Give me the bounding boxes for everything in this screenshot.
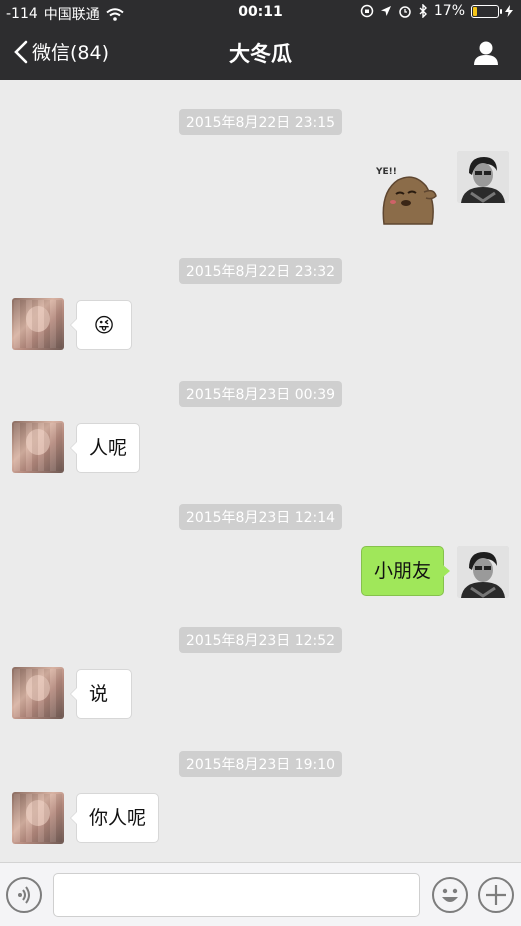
message-bubble[interactable]: 说 <box>70 669 132 719</box>
status-bar: -114 中国联通 00:11 17% <box>0 0 521 26</box>
message-text: 你人呢 <box>89 807 147 829</box>
message-bubble[interactable]: 你人呢 <box>69 793 160 843</box>
voice-icon <box>18 886 30 904</box>
contact-avatar[interactable] <box>12 298 64 350</box>
timestamp: 2015年8月23日 12:52 <box>0 627 521 653</box>
more-button[interactable] <box>478 877 514 913</box>
chat-info-button[interactable] <box>473 40 499 66</box>
contact-avatar[interactable] <box>12 421 64 473</box>
contact-avatar[interactable] <box>12 792 64 844</box>
timestamp: 2015年8月23日 12:14 <box>0 504 521 530</box>
input-bar <box>0 862 521 926</box>
contact-avatar[interactable] <box>12 667 64 719</box>
orientation-lock-icon <box>360 4 374 18</box>
timestamp: 2015年8月22日 23:32 <box>0 258 521 284</box>
sent-message-bubble[interactable]: 小朋友 <box>360 546 451 596</box>
avatar-image <box>457 546 509 598</box>
message-bubble[interactable]: 人呢 <box>69 423 141 473</box>
message-text: 说 <box>89 683 109 705</box>
emoji-button[interactable] <box>432 877 468 913</box>
battery-icon <box>471 4 502 18</box>
timestamp: 2015年8月22日 23:15 <box>0 109 521 135</box>
potato-sticker-icon: YE!! <box>375 167 437 225</box>
charging-icon <box>505 5 513 17</box>
battery-fill <box>473 6 478 16</box>
message-input[interactable] <box>53 873 420 917</box>
top-bar: -114 中国联通 00:11 17% 微信(84) 大冬瓜 <box>0 0 521 80</box>
person-icon <box>474 41 498 65</box>
message-bubble[interactable]: 😜 <box>70 300 132 350</box>
battery-percent: 17% <box>433 3 465 19</box>
avatar-image <box>457 151 509 203</box>
voice-button[interactable] <box>6 877 42 913</box>
message-text: 小朋友 <box>373 560 431 582</box>
timestamp: 2015年8月23日 19:10 <box>0 751 521 777</box>
my-avatar[interactable] <box>457 151 509 203</box>
sticker-message[interactable]: YE!! <box>370 162 442 230</box>
emoji-icon <box>442 888 458 902</box>
nav-bar: 微信(84) 大冬瓜 <box>0 26 521 80</box>
my-avatar[interactable] <box>457 546 509 598</box>
message-emoji: 😜 <box>93 313 115 337</box>
status-right: 17% <box>360 3 513 19</box>
sticker-text: YE!! <box>375 167 397 177</box>
location-icon <box>380 6 391 16</box>
message-text: 人呢 <box>89 437 128 459</box>
plus-icon <box>486 885 506 905</box>
alarm-icon <box>399 6 411 18</box>
timestamp: 2015年8月23日 00:39 <box>0 381 521 407</box>
chat-title: 大冬瓜 <box>229 42 292 66</box>
bluetooth-icon <box>419 4 427 18</box>
